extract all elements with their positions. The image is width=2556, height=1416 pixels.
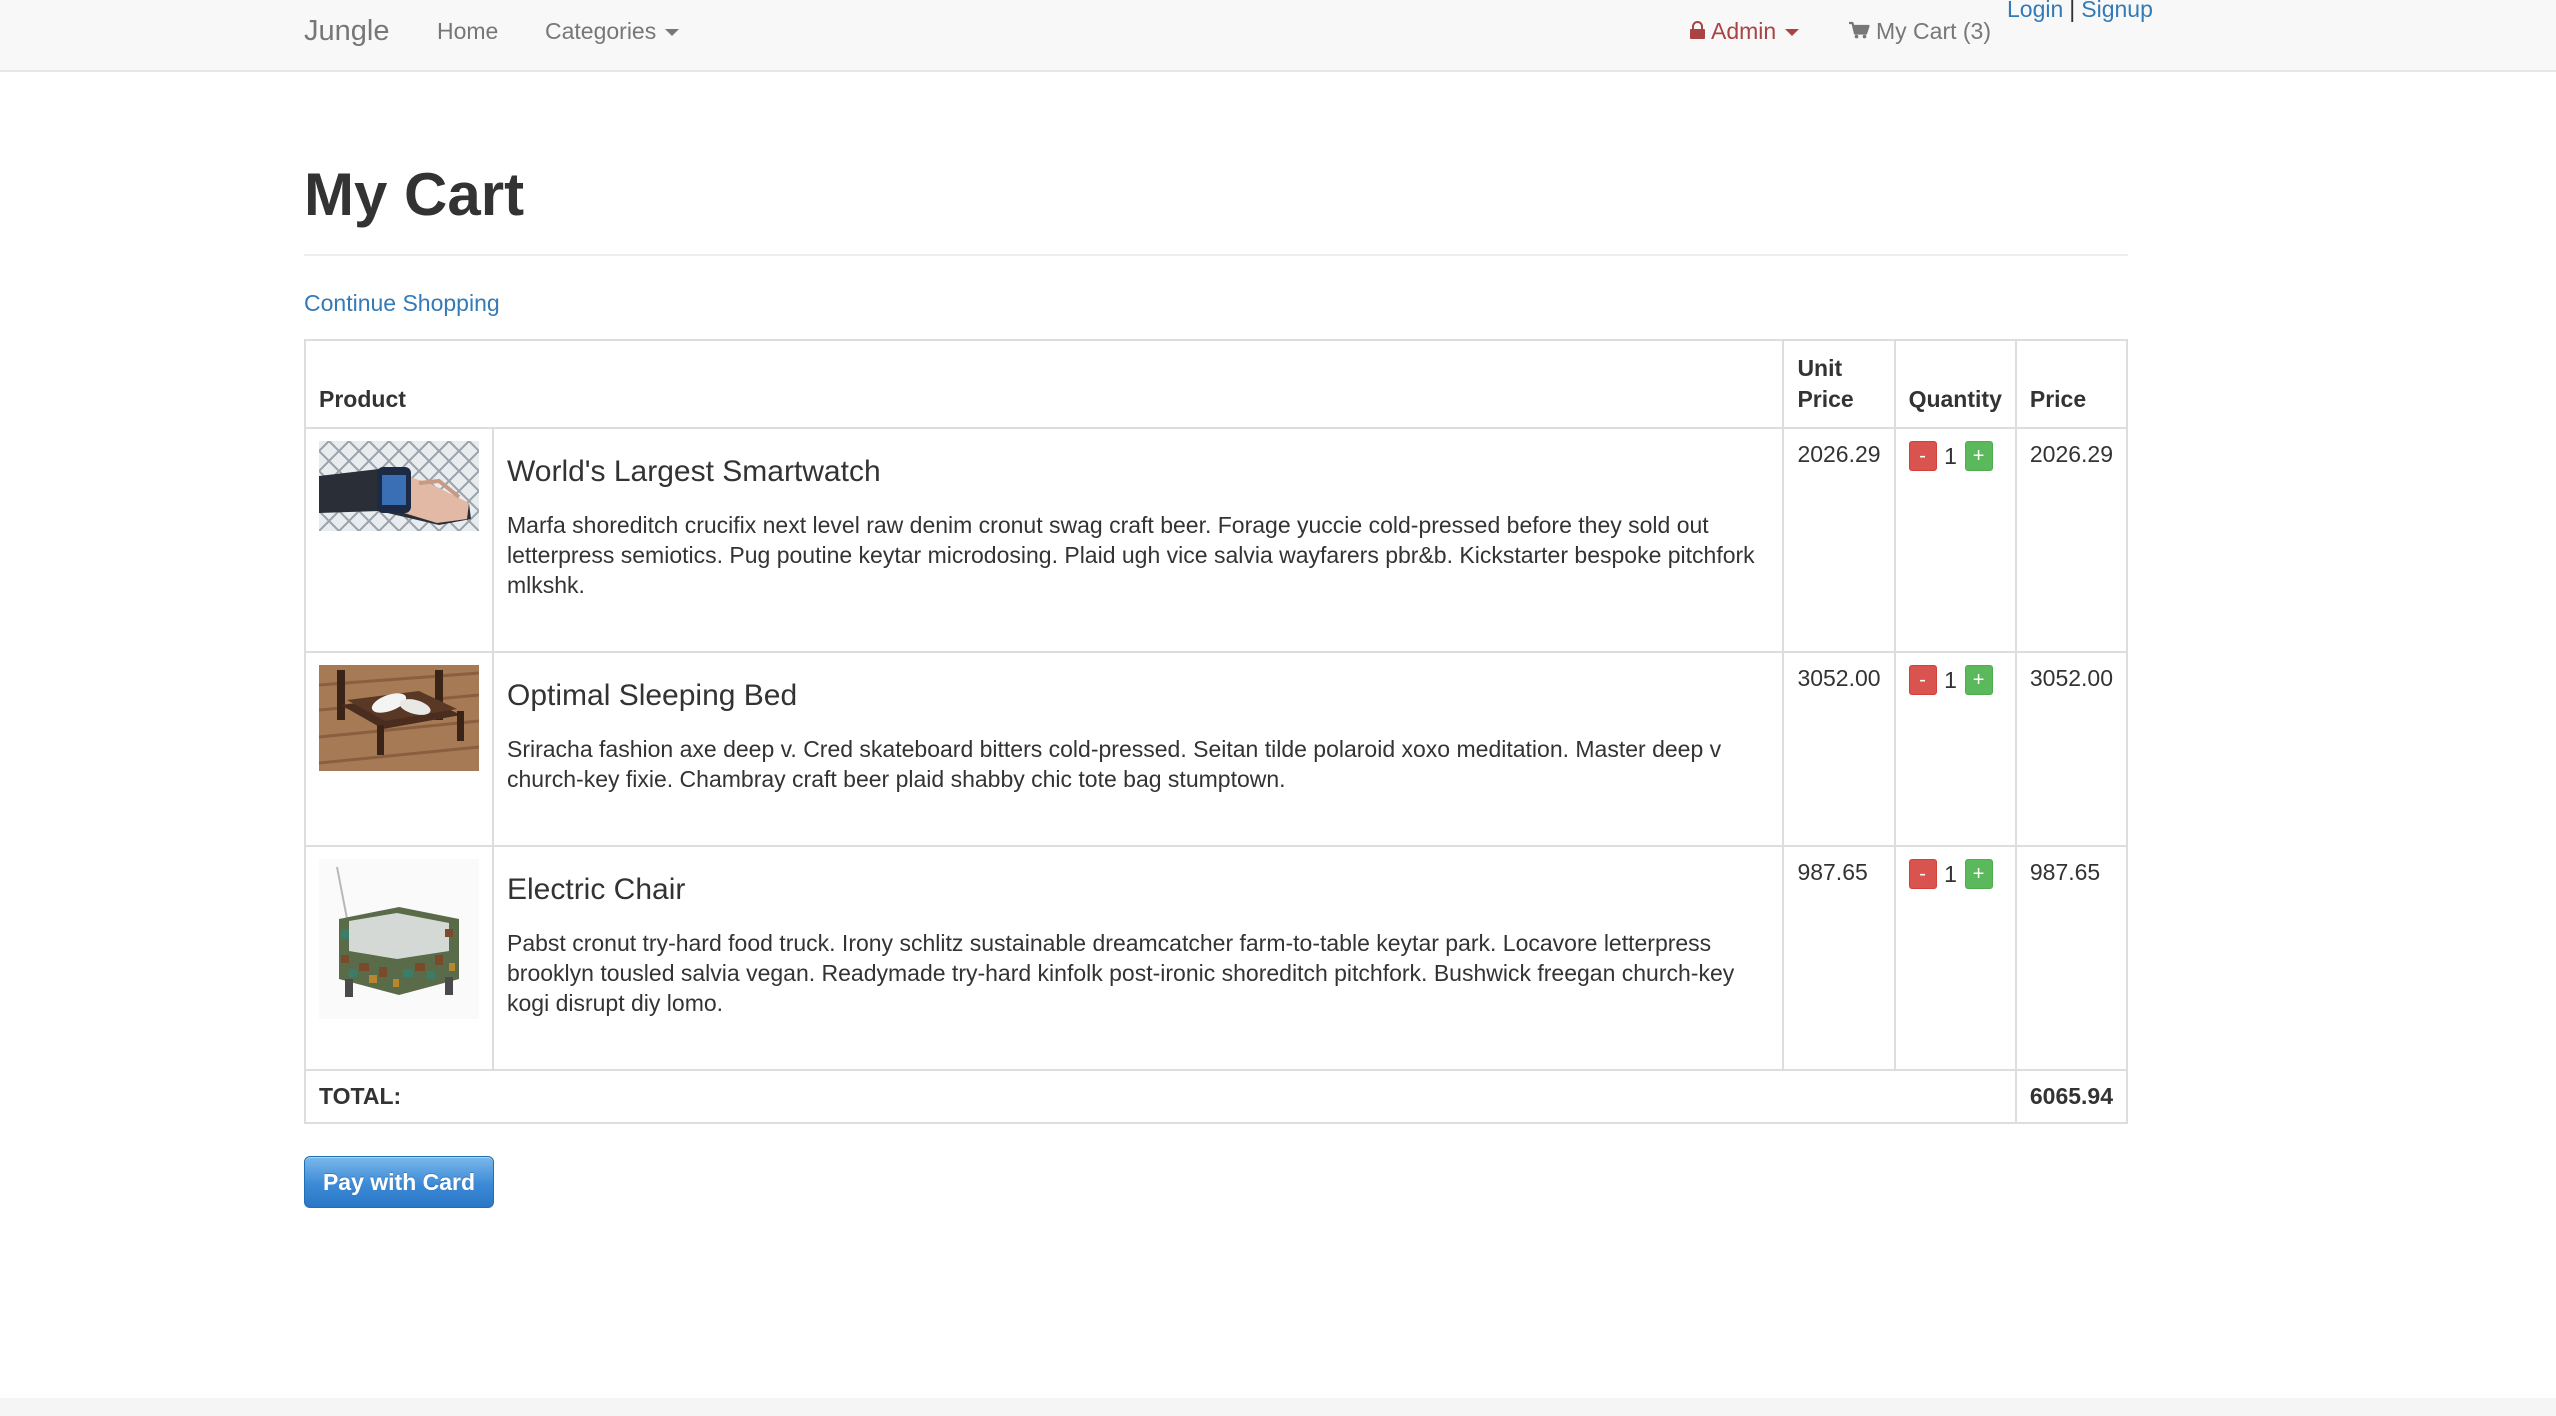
nav-categories-dropdown[interactable]: Categories (545, 0, 680, 62)
footer-strip (0, 1398, 2556, 1416)
table-row: World's Largest Smartwatch Marfa shoredi… (304, 427, 2129, 654)
quantity-value: 1 (1944, 442, 1957, 469)
cart-table-header: Product Unit Price Quantity Price (303, 338, 2129, 430)
product-info-cell: Electric Chair Pabst cronut try-hard foo… (491, 845, 1785, 1072)
total-label: TOTAL: (304, 1069, 2017, 1125)
product-image-smartwatch (319, 441, 479, 532)
quantity-value: 1 (1944, 860, 1957, 887)
decrease-quantity-button[interactable]: - (1908, 441, 1937, 472)
increase-quantity-button[interactable]: + (1964, 441, 1993, 472)
auth-links: Login | Signup (2007, 0, 2153, 24)
quantity-stepper: - 1 + (1908, 859, 2002, 890)
total-row: TOTAL: 6065.94 (304, 1069, 2129, 1125)
nav-admin-label: Admin (1711, 17, 1777, 44)
brand-link[interactable]: Jungle (304, 0, 389, 62)
nav-admin-dropdown[interactable]: Admin (1690, 0, 1800, 62)
product-description: Pabst cronut try-hard food truck. Irony … (507, 930, 1735, 1016)
product-info-cell: Optimal Sleeping Bed Sriracha fashion ax… (491, 651, 1785, 848)
total-value: 6065.94 (2014, 1069, 2129, 1125)
increase-quantity-button[interactable]: + (1964, 665, 1993, 696)
unit-price-cell: 3052.00 (1782, 651, 1896, 848)
auth-separator: | (2069, 0, 2076, 22)
lock-icon (1690, 21, 1705, 39)
product-name: World's Largest Smartwatch (507, 455, 881, 489)
product-image-cell (304, 651, 494, 848)
product-name: Electric Chair (507, 873, 686, 907)
unit-price-cell: 2026.29 (1782, 427, 1896, 654)
page-title: My Cart (304, 161, 525, 228)
header-price: Price (2014, 338, 2129, 430)
table-row: Electric Chair Pabst cronut try-hard foo… (304, 845, 2129, 1072)
product-image-cell (304, 845, 494, 1072)
header-unit-price: Unit Price (1782, 338, 1896, 430)
header-quantity: Quantity (1893, 338, 2017, 430)
nav-home-link[interactable]: Home (437, 0, 498, 62)
caret-down-icon (665, 28, 680, 36)
price-cell: 2026.29 (2014, 427, 2129, 654)
pay-with-card-button[interactable]: Pay with Card (304, 1156, 494, 1208)
decrease-quantity-button[interactable]: - (1908, 859, 1937, 890)
product-image-cell (304, 427, 494, 654)
quantity-cell: - 1 + (1893, 845, 2017, 1072)
nav-my-cart-link[interactable]: My Cart (3) (1848, 0, 1991, 62)
nav-categories-label: Categories (545, 17, 657, 44)
quantity-cell: - 1 + (1893, 427, 2017, 654)
quantity-stepper: - 1 + (1908, 665, 2002, 696)
price-cell: 987.65 (2014, 845, 2129, 1072)
login-link[interactable]: Login (2007, 0, 2063, 23)
table-row: Optimal Sleeping Bed Sriracha fashion ax… (304, 651, 2129, 848)
signup-link[interactable]: Signup (2081, 0, 2153, 23)
page-header: My Cart (304, 162, 2128, 256)
product-description: Marfa shoreditch crucifix next level raw… (507, 512, 1755, 598)
product-image-chair (319, 859, 479, 1020)
caret-down-icon (1785, 28, 1800, 36)
decrease-quantity-button[interactable]: - (1908, 665, 1937, 696)
main-content: My Cart Continue Shopping Product Unit P… (303, 72, 2129, 1208)
product-info-cell: World's Largest Smartwatch Marfa shoredi… (491, 427, 1785, 654)
shopping-cart-icon (1848, 18, 1870, 45)
continue-shopping-link[interactable]: Continue Shopping (304, 290, 500, 317)
quantity-value: 1 (1944, 666, 1957, 693)
unit-price-cell: 987.65 (1782, 845, 1896, 1072)
quantity-cell: - 1 + (1893, 651, 2017, 848)
price-cell: 3052.00 (2014, 651, 2129, 848)
cart-table: Product Unit Price Quantity Price World'… (303, 338, 2129, 1125)
top-navbar: Jungle Home Categories Admin My Cart (3)… (0, 0, 2556, 72)
header-product: Product (303, 338, 1785, 430)
product-image-bed (319, 665, 479, 772)
increase-quantity-button[interactable]: + (1964, 859, 1993, 890)
product-description: Sriracha fashion axe deep v. Cred skateb… (507, 736, 1722, 792)
product-name: Optimal Sleeping Bed (507, 679, 798, 713)
quantity-stepper: - 1 + (1908, 441, 2002, 472)
nav-my-cart-label: My Cart (3) (1876, 17, 1991, 44)
